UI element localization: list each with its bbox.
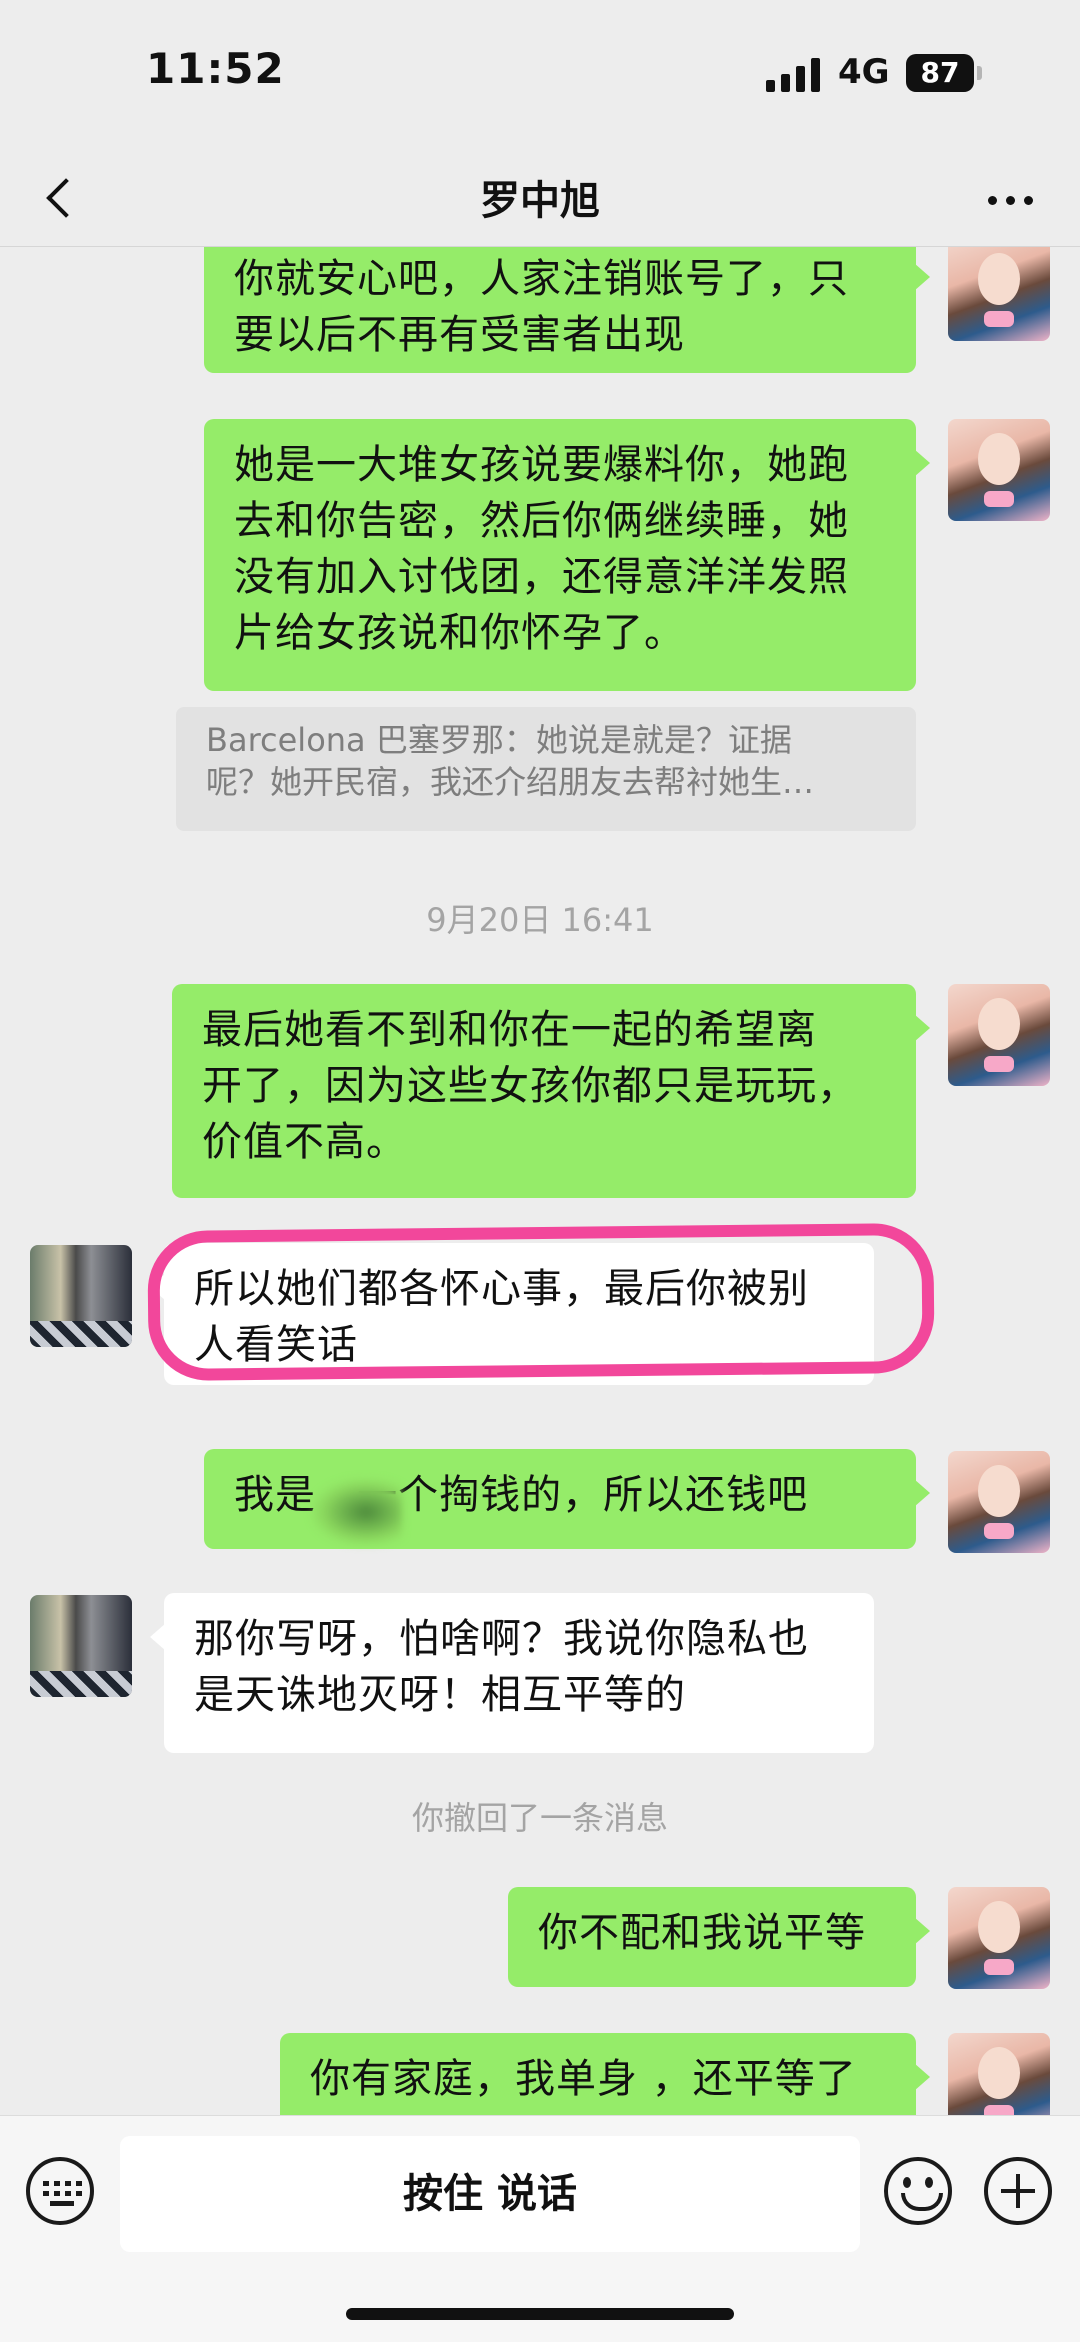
- emoji-icon[interactable]: [884, 2157, 952, 2225]
- network-type: 4G: [838, 52, 890, 92]
- my-avatar[interactable]: [948, 1887, 1050, 1989]
- message-bubble[interactable]: 她是一大堆女孩说要爆料你，她跑 去和你告密，然后你俩继续睡，她 没有加入讨伐团，…: [204, 419, 930, 691]
- plus-icon[interactable]: [984, 2157, 1052, 2225]
- battery-icon: 87: [906, 54, 974, 92]
- my-avatar[interactable]: [948, 984, 1050, 1086]
- message-bubble[interactable]: 你就安心吧，人家注销账号了，只 要以后不再有受害者出现: [204, 247, 930, 373]
- message-bubble[interactable]: 你有家庭，我单身 ，还平等了: [280, 2033, 930, 2115]
- signal-icon: [766, 58, 822, 92]
- message-bubble[interactable]: 那你写呀，怕啥啊？我说你隐私也 是天诛地灭呀！相互平等的: [150, 1593, 874, 1753]
- my-avatar[interactable]: [948, 2033, 1050, 2115]
- my-avatar[interactable]: [948, 419, 1050, 521]
- chat-title: 罗中旭: [480, 178, 600, 224]
- message-timestamp: 9月20日 16:41: [426, 901, 654, 939]
- highlight-circle-annotation: [147, 1222, 935, 1382]
- redaction-smudge: [312, 1479, 402, 1545]
- message-bubble[interactable]: 你不配和我说平等: [508, 1887, 930, 1987]
- message-bubble[interactable]: 最后她看不到和你在一起的希望离 开了，因为这些女孩你都只是玩玩， 价值不高。: [172, 984, 930, 1198]
- battery-tip: [977, 66, 982, 80]
- status-time: 11:52: [146, 44, 285, 93]
- more-icon[interactable]: [980, 170, 1040, 226]
- my-avatar[interactable]: [948, 1451, 1050, 1553]
- chat-header: 罗中旭: [0, 150, 1080, 247]
- message-list[interactable]: 你就安心吧，人家注销账号了，只 要以后不再有受害者出现 她是一大堆女孩说要爆料你…: [0, 247, 1080, 2115]
- quoted-message[interactable]: Barcelona 巴塞罗那：她说是就是？证据 呢？她开民宿，我还介绍朋友去帮衬…: [176, 707, 916, 831]
- contact-avatar[interactable]: [30, 1595, 132, 1697]
- system-notice: 你撤回了一条消息: [411, 1799, 668, 1837]
- message-bubble[interactable]: 我是 一个掏钱的，所以还钱吧: [204, 1449, 930, 1549]
- my-avatar[interactable]: [948, 247, 1050, 341]
- contact-avatar[interactable]: [30, 1245, 132, 1347]
- home-indicator[interactable]: [346, 2308, 734, 2320]
- hold-to-talk-button[interactable]: 按住 说话: [120, 2136, 860, 2252]
- keyboard-icon[interactable]: [26, 2157, 94, 2225]
- status-bar: 11:52 4G 87: [0, 0, 1080, 150]
